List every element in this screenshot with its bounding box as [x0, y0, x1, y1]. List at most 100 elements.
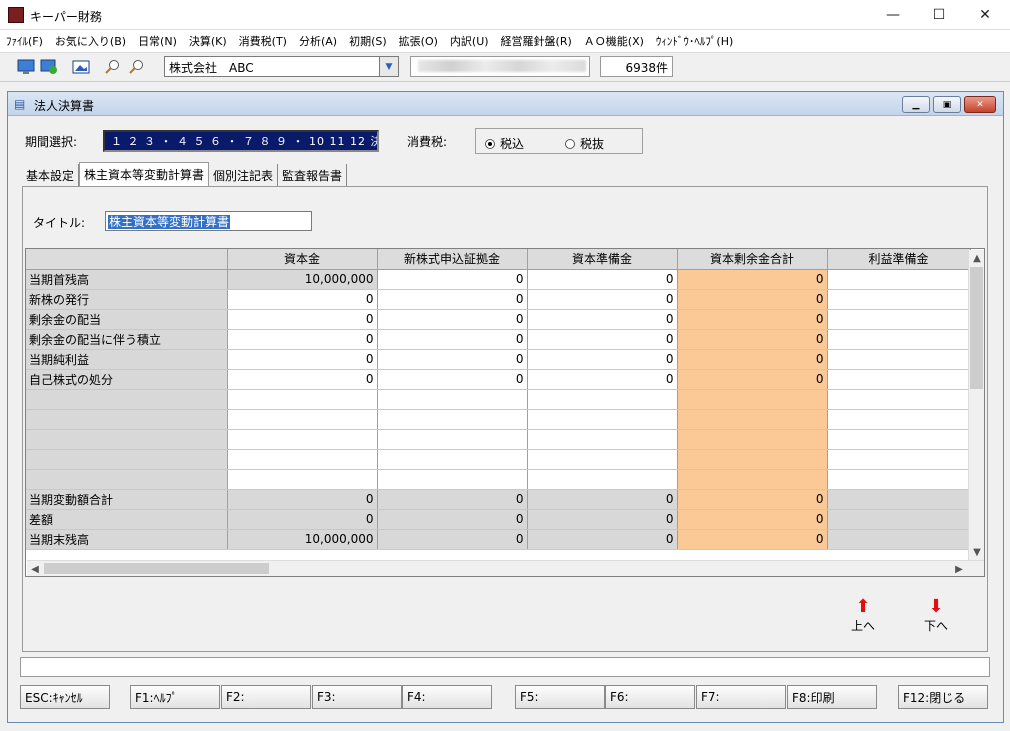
zoom-in-icon[interactable]: [103, 57, 123, 77]
horizontal-scroll-thumb[interactable]: [44, 563, 269, 574]
menu-ao[interactable]: ＡＯ機能(X): [584, 33, 644, 49]
f6-button[interactable]: F6:: [605, 685, 695, 709]
f12-close-button[interactable]: F12:閉じる: [898, 685, 988, 709]
title-input[interactable]: 株主資本等変動計算書: [105, 211, 312, 231]
table-cell[interactable]: 0: [227, 369, 378, 390]
radio-unselected-icon: [565, 138, 575, 149]
empty-row: [26, 409, 971, 430]
move-down-button[interactable]: ⬇ 下へ: [916, 597, 956, 634]
table-cell[interactable]: 0: [377, 289, 528, 310]
zoom-out-icon[interactable]: [127, 57, 147, 77]
tab-strip: 基本設定 株主資本等変動計算書 個別注記表 監査報告書: [22, 162, 348, 186]
table-row: 剰余金の配当 0 0 0 0: [26, 309, 971, 330]
table-cell[interactable]: 0: [527, 369, 678, 390]
maximize-button[interactable]: ☐: [916, 0, 962, 30]
f1-help-button[interactable]: F1:ﾍﾙﾌﾟ: [130, 685, 220, 709]
tab-basic-settings[interactable]: 基本設定: [22, 164, 80, 186]
row-label: 当期変動額合計: [26, 489, 228, 510]
table-cell[interactable]: 0: [527, 349, 678, 370]
move-up-button[interactable]: ⬆ 上へ: [843, 597, 883, 634]
tab-audit-report[interactable]: 監査報告書: [278, 164, 348, 186]
menu-daily[interactable]: 日常(N): [138, 33, 177, 49]
table-cell: 0: [527, 489, 678, 510]
menu-window-help[interactable]: ｳｨﾝﾄﾞｳ･ﾍﾙﾌﾟ(H): [656, 33, 733, 49]
corporate-statement-window: ▤ 法人決算書 ▁ ▣ ✕ 期間選択: １ ２ ３ ・ ４ ５ ６ ・ ７ ８ …: [7, 91, 1004, 723]
menu-consumption-tax[interactable]: 消費税(T): [239, 33, 287, 49]
table-row: 当期純利益 0 0 0 0: [26, 349, 971, 370]
table-cell: 0: [527, 529, 678, 550]
table-cell[interactable]: 0: [377, 309, 528, 330]
child-close-button[interactable]: ✕: [964, 96, 996, 113]
scroll-right-arrow-icon[interactable]: ▶: [951, 561, 967, 576]
child-minimize-button[interactable]: ▁: [902, 96, 930, 113]
table-cell[interactable]: [827, 329, 971, 350]
table-cell[interactable]: [827, 289, 971, 310]
menu-extension[interactable]: 拡張(O): [399, 33, 438, 49]
menu-favorites[interactable]: お気に入り(B): [55, 33, 126, 49]
chevron-down-icon[interactable]: ▼: [380, 56, 399, 77]
child-title-bar: ▤ 法人決算書 ▁ ▣ ✕: [8, 92, 1003, 116]
table-cell[interactable]: 0: [377, 269, 528, 290]
total-row: 差額 0 0 0 0: [26, 509, 971, 530]
vertical-scroll-thumb[interactable]: [970, 267, 983, 389]
scroll-up-arrow-icon[interactable]: ▲: [969, 250, 984, 266]
minimize-button[interactable]: —: [870, 0, 916, 30]
equity-grid[interactable]: 資本金 新株式申込証拠金 資本準備金 資本剰余金合計 利益準備金 当期首残高 1…: [25, 248, 985, 577]
f7-button[interactable]: F7:: [696, 685, 786, 709]
f5-button[interactable]: F5:: [515, 685, 605, 709]
table-cell[interactable]: [827, 309, 971, 330]
tax-exclusive-label: 税抜: [580, 137, 605, 151]
monitor-icon[interactable]: [16, 57, 36, 77]
empty-row: [26, 469, 971, 490]
table-cell: 0: [677, 349, 828, 370]
column-header: 資本金: [227, 249, 378, 270]
table-cell[interactable]: 0: [227, 329, 378, 350]
scroll-down-arrow-icon[interactable]: ▼: [969, 544, 984, 560]
table-cell[interactable]: 0: [377, 329, 528, 350]
blurred-content: [418, 60, 586, 72]
tax-inclusive-radio[interactable]: 税込: [485, 135, 524, 152]
esc-cancel-button[interactable]: ESC:ｷｬﾝｾﾙ: [20, 685, 110, 709]
table-cell[interactable]: 0: [527, 269, 678, 290]
picture-icon[interactable]: [71, 57, 91, 77]
table-cell[interactable]: 10,000,000: [227, 269, 378, 290]
f8-print-button[interactable]: F8:印刷: [787, 685, 877, 709]
f2-button[interactable]: F2:: [221, 685, 311, 709]
refresh-icon[interactable]: [39, 57, 59, 77]
table-cell[interactable]: 0: [377, 369, 528, 390]
column-header: 利益準備金: [827, 249, 971, 270]
menu-settlement[interactable]: 決算(K): [189, 33, 227, 49]
child-restore-button[interactable]: ▣: [933, 96, 961, 113]
table-cell[interactable]: 0: [227, 289, 378, 310]
table-cell[interactable]: [827, 349, 971, 370]
period-selector[interactable]: １ ２ ３ ・ ４ ５ ６ ・ ７ ８ ９ ・ 10 11 12 決: [103, 130, 379, 152]
row-label: 差額: [26, 509, 228, 530]
table-cell[interactable]: [827, 269, 971, 290]
table-cell[interactable]: [827, 369, 971, 390]
table-cell[interactable]: 0: [377, 349, 528, 370]
tax-exclusive-radio[interactable]: 税抜: [565, 135, 604, 152]
table-cell[interactable]: 0: [527, 329, 678, 350]
menu-breakdown[interactable]: 内訳(U): [450, 33, 489, 49]
company-select[interactable]: 株式会社 ABC: [164, 56, 380, 77]
table-cell[interactable]: 0: [227, 349, 378, 370]
menu-analysis[interactable]: 分析(A): [299, 33, 337, 49]
menu-compass[interactable]: 経営羅針盤(R): [501, 33, 572, 49]
menu-initial[interactable]: 初期(S): [349, 33, 387, 49]
tab-notes[interactable]: 個別注記表: [209, 164, 279, 186]
table-cell[interactable]: 0: [527, 289, 678, 310]
table-cell[interactable]: 0: [227, 309, 378, 330]
table-cell: [827, 509, 971, 530]
child-window-title: 法人決算書: [34, 99, 95, 113]
menu-file[interactable]: ﾌｧｲﾙ(F): [6, 33, 43, 49]
scroll-left-arrow-icon[interactable]: ◀: [27, 561, 43, 576]
tax-label: 消費税:: [407, 135, 448, 149]
f3-button[interactable]: F3:: [312, 685, 402, 709]
f4-button[interactable]: F4:: [402, 685, 492, 709]
close-button[interactable]: ✕: [962, 0, 1008, 30]
column-header: 資本剰余金合計: [677, 249, 828, 270]
table-cell: 0: [677, 529, 828, 550]
table-cell[interactable]: 0: [527, 309, 678, 330]
row-label: 当期純利益: [26, 349, 228, 370]
tab-shareholders-equity[interactable]: 株主資本等変動計算書: [79, 162, 210, 186]
